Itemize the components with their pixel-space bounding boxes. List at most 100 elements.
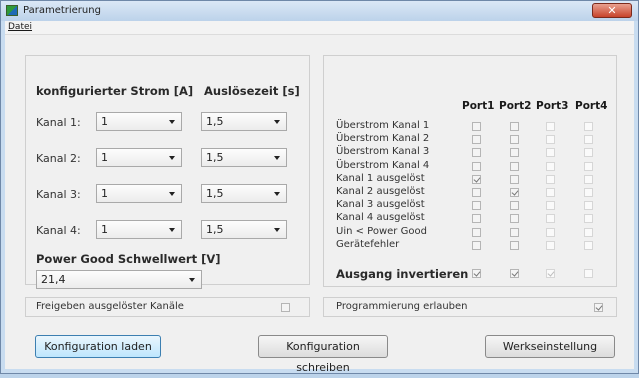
channel-1-time-select[interactable]: 1,5 bbox=[201, 112, 287, 131]
port-2-checkbox[interactable] bbox=[510, 201, 519, 211]
channel-1-current-value: 1 bbox=[101, 115, 108, 128]
port-3-checkbox[interactable] bbox=[546, 227, 555, 237]
channel-2-label: Kanal 2: bbox=[36, 152, 81, 165]
release-channels-label: Freigeben ausgelöster Kanäle bbox=[36, 301, 184, 312]
app-icon bbox=[6, 5, 18, 16]
port-4-checkbox[interactable] bbox=[584, 148, 593, 158]
power-good-value: 21,4 bbox=[41, 273, 66, 286]
port-4-checkbox[interactable] bbox=[584, 188, 593, 197]
port-1-checkbox[interactable] bbox=[472, 227, 481, 237]
port-row-label: Kanal 2 ausgelöst bbox=[336, 186, 425, 197]
parametrierung-window: Parametrierung ✕ Datei konfigurierter St… bbox=[0, 0, 639, 374]
chevron-down-icon bbox=[189, 278, 195, 282]
invert-output-label: Ausgang invertieren bbox=[336, 267, 469, 281]
channel-4-current-select[interactable]: 1 bbox=[96, 220, 182, 239]
port-2-checkbox[interactable] bbox=[510, 227, 519, 237]
port-2-checkbox[interactable] bbox=[510, 122, 519, 131]
port-1-checkbox[interactable] bbox=[472, 201, 481, 211]
channel-3-label: Kanal 3: bbox=[36, 188, 81, 201]
close-button[interactable]: ✕ bbox=[592, 3, 632, 18]
port-4-checkbox[interactable] bbox=[584, 135, 593, 145]
port-4-checkbox[interactable] bbox=[584, 227, 593, 237]
invert-port-2-checkbox[interactable] bbox=[510, 269, 519, 278]
port-2-checkbox[interactable] bbox=[510, 188, 519, 197]
channel-3-time-select[interactable]: 1,5 bbox=[201, 184, 287, 203]
port-3-checkbox[interactable] bbox=[546, 188, 555, 197]
port-3-checkbox[interactable] bbox=[546, 122, 555, 131]
factory-settings-button[interactable]: Werkseinstellung bbox=[485, 335, 615, 358]
power-good-select[interactable]: 21,4 bbox=[36, 270, 202, 289]
port-3-checkbox[interactable] bbox=[546, 161, 555, 171]
port-4-checkbox[interactable] bbox=[584, 161, 593, 171]
heading-current: konfigurierter Strom [A] bbox=[36, 84, 194, 98]
chevron-down-icon bbox=[169, 120, 175, 124]
port-1-checkbox[interactable] bbox=[472, 240, 481, 250]
port-mapping-panel: Port1 Port2 Port3 Port4 Überstrom Kanal … bbox=[323, 55, 617, 287]
chevron-down-icon bbox=[169, 192, 175, 196]
title-bar[interactable]: Parametrierung ✕ bbox=[1, 1, 638, 21]
port-row-label: Überstrom Kanal 3 bbox=[336, 146, 430, 158]
invert-port-4-checkbox[interactable] bbox=[584, 269, 593, 278]
port-2-checkbox[interactable] bbox=[510, 174, 519, 184]
channel-3-current-select[interactable]: 1 bbox=[96, 184, 182, 203]
port-2-checkbox[interactable] bbox=[510, 214, 519, 224]
allow-programming-label: Programmierung erlauben bbox=[336, 301, 468, 312]
port-2-checkbox[interactable] bbox=[510, 135, 519, 145]
channel-4-time-select[interactable]: 1,5 bbox=[201, 220, 287, 239]
power-good-heading: Power Good Schwellwert [V] bbox=[36, 252, 221, 266]
port-row-label: Kanal 3 ausgelöst bbox=[336, 199, 425, 211]
port-3-checkbox[interactable] bbox=[546, 201, 555, 211]
menu-bar: Datei bbox=[5, 21, 634, 35]
chevron-down-icon bbox=[274, 156, 280, 160]
port-3-checkbox[interactable] bbox=[546, 135, 555, 145]
port-1-checkbox[interactable] bbox=[472, 135, 481, 145]
channel-3-time-value: 1,5 bbox=[206, 187, 224, 200]
port-row-label: Kanal 4 ausgelöst bbox=[336, 212, 425, 224]
port-1-header: Port1 bbox=[462, 100, 495, 112]
port-3-header: Port3 bbox=[536, 100, 569, 112]
channel-4-current-value: 1 bbox=[101, 223, 108, 236]
port-3-checkbox[interactable] bbox=[546, 174, 555, 184]
port-2-checkbox[interactable] bbox=[510, 240, 519, 250]
load-configuration-button[interactable]: Konfiguration laden bbox=[35, 335, 161, 358]
port-4-header: Port4 bbox=[575, 100, 608, 112]
port-3-checkbox[interactable] bbox=[546, 240, 555, 250]
port-4-checkbox[interactable] bbox=[584, 240, 593, 250]
port-row-label: Überstrom Kanal 2 bbox=[336, 133, 430, 145]
port-1-checkbox[interactable] bbox=[472, 122, 481, 131]
channel-1-time-value: 1,5 bbox=[206, 115, 224, 128]
channel-1-current-select[interactable]: 1 bbox=[96, 112, 182, 131]
channel-4-label: Kanal 4: bbox=[36, 224, 81, 237]
port-1-checkbox[interactable] bbox=[472, 148, 481, 158]
menu-datei[interactable]: Datei bbox=[8, 22, 32, 32]
port-row-label: Kanal 1 ausgelöst bbox=[336, 172, 425, 184]
invert-port-1-checkbox[interactable] bbox=[472, 269, 481, 278]
port-1-checkbox[interactable] bbox=[472, 174, 481, 184]
port-1-checkbox[interactable] bbox=[472, 188, 481, 197]
port-2-checkbox[interactable] bbox=[510, 148, 519, 158]
invert-port-3-checkbox[interactable] bbox=[546, 269, 555, 278]
port-2-checkbox[interactable] bbox=[510, 161, 519, 171]
channel-2-time-select[interactable]: 1,5 bbox=[201, 148, 287, 167]
port-4-checkbox[interactable] bbox=[584, 201, 593, 211]
write-configuration-button[interactable]: Konfiguration schreiben bbox=[258, 335, 388, 374]
release-channels-row: Freigeben ausgelöster Kanäle bbox=[25, 297, 310, 317]
channel-2-current-select[interactable]: 1 bbox=[96, 148, 182, 167]
channel-2-time-value: 1,5 bbox=[206, 151, 224, 164]
release-channels-checkbox[interactable] bbox=[281, 303, 290, 312]
port-row-label: Gerätefehler bbox=[336, 238, 400, 250]
port-4-checkbox[interactable] bbox=[584, 214, 593, 224]
channel-1-label: Kanal 1: bbox=[36, 116, 81, 129]
port-row-label: Überstrom Kanal 1 bbox=[336, 120, 430, 131]
allow-programming-checkbox[interactable] bbox=[594, 303, 603, 312]
port-1-checkbox[interactable] bbox=[472, 214, 481, 224]
channel-2-current-value: 1 bbox=[101, 151, 108, 164]
chevron-down-icon bbox=[169, 228, 175, 232]
port-3-checkbox[interactable] bbox=[546, 214, 555, 224]
port-2-header: Port2 bbox=[499, 100, 532, 112]
port-4-checkbox[interactable] bbox=[584, 122, 593, 131]
port-1-checkbox[interactable] bbox=[472, 161, 481, 171]
chevron-down-icon bbox=[274, 228, 280, 232]
port-4-checkbox[interactable] bbox=[584, 174, 593, 184]
port-3-checkbox[interactable] bbox=[546, 148, 555, 158]
